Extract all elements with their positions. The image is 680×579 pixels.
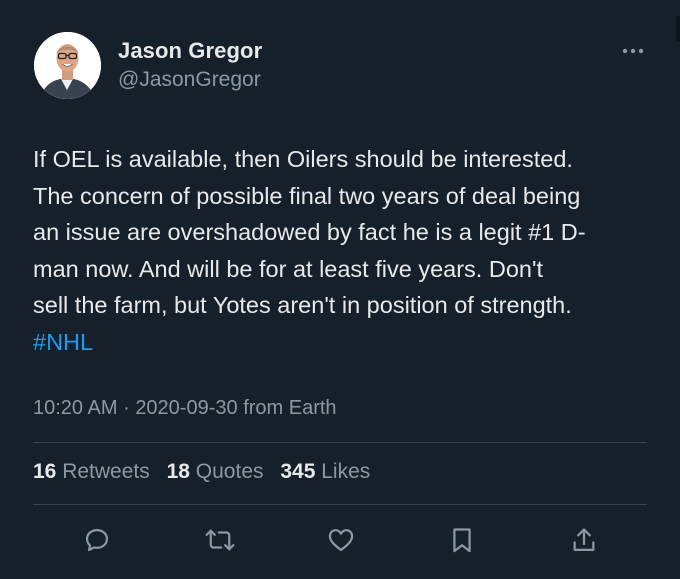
likes-count: 345 [280,460,316,483]
quotes-stat[interactable]: 18 Quotes [167,460,264,484]
divider [33,442,647,443]
action-bar [0,520,680,560]
tweet-line: man now. And will be for at least five y… [33,255,543,282]
likes-label: Likes [321,460,371,483]
quotes-count: 18 [166,460,190,483]
tweet-line: If OEL is available, then Oilers should … [33,146,573,172]
tweet-line: sell the farm, but Yotes aren't in posit… [33,292,572,319]
hashtag-link[interactable]: #NHL [33,324,658,361]
meta-separator: · [123,397,130,419]
tweet-date[interactable]: 2020-09-30 [135,397,237,419]
tweet-text: If OEL is available, then Oilers should … [33,141,658,361]
retweets-stat[interactable]: 16 Retweets [33,460,150,484]
tweet-stats: 16 Retweets 18 Quotes 345 Likes [33,460,381,484]
scroll-indicator [676,16,680,41]
likes-stat[interactable]: 345 Likes [280,460,370,484]
user-handle[interactable]: @JasonGregor [118,68,261,92]
share-icon[interactable] [564,520,604,560]
tweet-line: The concern of possible final two years … [33,182,581,209]
avatar[interactable] [34,32,101,99]
avatar-image [34,32,101,99]
reply-icon[interactable] [77,520,117,560]
quotes-label: Quotes [195,460,264,483]
like-icon[interactable] [321,520,361,560]
tweet-line: an issue are overshadowed by fact he is … [33,219,586,246]
display-name[interactable]: Jason Gregor [118,38,262,64]
tweet-meta: 10:20 AM · 2020-09-30 from Earth [33,397,337,420]
retweets-label: Retweets [62,460,150,483]
more-options-icon[interactable] [616,38,650,64]
retweets-count: 16 [33,460,57,483]
tweet-source: from Earth [243,397,337,419]
bookmark-icon[interactable] [442,520,482,560]
divider [33,504,647,505]
tweet-card: Jason Gregor @JasonGregor If OEL is avai… [0,0,680,579]
retweet-icon[interactable] [200,520,240,560]
tweet-time[interactable]: 10:20 AM [33,397,118,419]
